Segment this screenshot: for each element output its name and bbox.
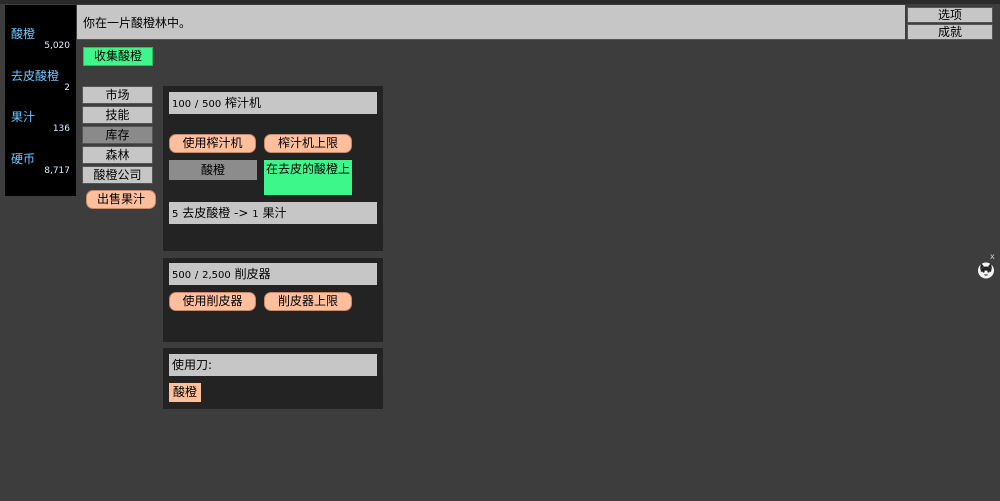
resource-coins-value: 8,717 [44, 166, 70, 176]
cat-face-icon[interactable] [977, 261, 995, 279]
peeler-panel: 500 / 2,500 削皮器 使用削皮器 削皮器上限 [163, 258, 383, 342]
nav-forest[interactable]: 森林 [82, 146, 153, 164]
resource-juice-value: 136 [52, 124, 70, 134]
juicer-recipe-bar: 5 去皮酸橙 -> 1 果汁 [169, 202, 377, 224]
resource-coins-name: 硬币 [11, 152, 36, 166]
peeler-name: 削皮器 [234, 267, 271, 281]
message-bar: 你在一片酸橙林中。 [77, 5, 905, 40]
juicer-capacity-bar: 100 / 500 榨汁机 [169, 92, 377, 114]
resources-panel: 酸橙 5,020 去皮酸橙 2 果汁 136 硬币 8,717 [5, 5, 76, 196]
juicer-separator: / [194, 99, 199, 110]
knife-label-bar: 使用刀: [169, 354, 377, 376]
peeler-separator: / [194, 270, 199, 281]
recipe-output: 果汁 [262, 206, 287, 220]
nav-market[interactable]: 市场 [82, 86, 153, 104]
peeler-limit-button[interactable]: 削皮器上限 [264, 292, 352, 311]
juicer-limit-button[interactable]: 榨汁机上限 [264, 134, 352, 153]
resource-peeled-limes-name: 去皮酸橙 [11, 69, 60, 83]
achievements-button[interactable]: 成就 [907, 24, 993, 40]
resource-limes-value: 5,020 [44, 41, 70, 51]
resource-peeled-limes-value: 2 [64, 83, 70, 93]
resource-juice-name: 果汁 [11, 110, 36, 124]
close-icon[interactable]: x [990, 253, 995, 261]
nav-inventory[interactable]: 库存 [82, 126, 153, 144]
juicer-panel: 100 / 500 榨汁机 使用榨汁机 榨汁机上限 酸橙 在去皮的酸橙上 5 去… [163, 86, 383, 251]
resource-limes-name: 酸橙 [11, 27, 36, 41]
juicer-mode-peeled-limes[interactable]: 在去皮的酸橙上 [264, 160, 352, 195]
recipe-input: 去皮酸橙 -> [182, 206, 249, 220]
knife-lime-option[interactable]: 酸橙 [169, 383, 201, 402]
use-juicer-button[interactable]: 使用榨汁机 [169, 134, 256, 153]
peeler-capacity: 2,500 [202, 270, 231, 281]
sell-juice-button[interactable]: 出售果汁 [86, 190, 156, 209]
recipe-input-count: 5 [172, 209, 179, 220]
collect-limes-button[interactable]: 收集酸橙 [83, 47, 153, 66]
use-peeler-button[interactable]: 使用削皮器 [169, 292, 256, 311]
juicer-count: 100 [172, 99, 192, 110]
juicer-capacity: 500 [202, 99, 222, 110]
peeler-capacity-bar: 500 / 2,500 削皮器 [169, 263, 377, 285]
knife-panel: 使用刀: 酸橙 [163, 348, 383, 409]
peeler-count: 500 [172, 270, 192, 281]
nav-skills[interactable]: 技能 [82, 106, 153, 124]
options-button[interactable]: 选项 [907, 7, 993, 23]
recipe-output-count: 1 [252, 209, 259, 220]
nav-lime-company[interactable]: 酸橙公司 [82, 166, 153, 184]
top-strip [0, 0, 1000, 4]
juicer-name: 榨汁机 [225, 96, 262, 110]
juicer-mode-limes[interactable]: 酸橙 [169, 160, 257, 180]
